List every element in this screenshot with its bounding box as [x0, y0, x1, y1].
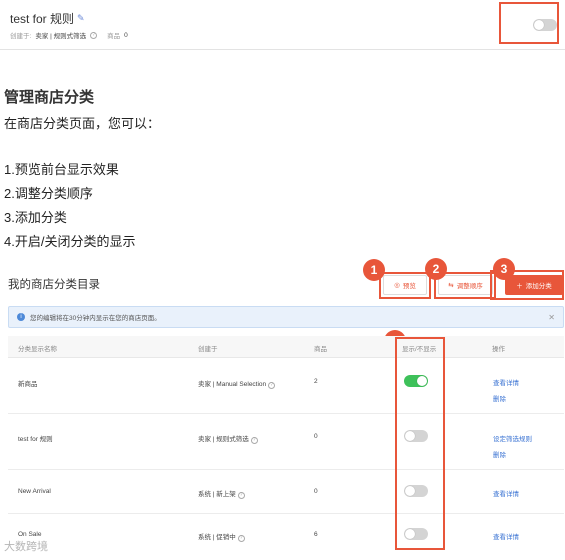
set-filter-rules-link[interactable]: 设定筛选规则	[493, 433, 532, 443]
row-created: 系统 | 新上架 ?	[198, 488, 245, 499]
help-icon[interactable]: ?	[90, 31, 98, 39]
close-icon[interactable]: ✕	[548, 313, 555, 322]
column-header-created: 创建于	[198, 346, 218, 353]
toggle-highlight	[499, 2, 559, 44]
step-badge: 3	[493, 258, 515, 280]
view-details-link[interactable]: 查看详情	[493, 377, 519, 387]
products-value: 0	[124, 31, 128, 39]
category-title-text: test for 规则	[10, 12, 75, 26]
table-row: test for 规则 卖家 | 规则式筛选 ? 0 设定筛选规则 删除	[8, 414, 564, 470]
step-badge: 1	[363, 259, 385, 281]
table-row: New Arrival 系统 | 新上架 ? 0 查看详情	[8, 470, 564, 514]
delete-link[interactable]: 删除	[493, 393, 506, 403]
table-header: 分类显示名称 创建于 商品 显示/不显示 操作	[8, 336, 564, 358]
category-card-title: test for 规则 ✎	[10, 10, 85, 27]
row-products: 2	[314, 378, 318, 385]
article-list-item: 1.预览前台显示效果	[4, 162, 119, 177]
visibility-column-highlight	[395, 337, 445, 550]
article-list: 1.预览前台显示效果 2.调整分类顺序 3.添加分类 4.开启/关闭分类的显示	[4, 161, 135, 257]
column-header-actions: 操作	[492, 346, 505, 353]
help-icon[interactable]: ?	[250, 437, 258, 444]
category-card: test for 规则 ✎ 创建于: 卖家 | 规则式筛选 ? 商品 0	[0, 0, 565, 50]
row-name: New Arrival	[18, 488, 51, 495]
article-list-item: 3.添加分类	[4, 210, 67, 225]
row-products: 0	[314, 488, 318, 495]
category-card-meta: 创建于: 卖家 | 规则式筛选 ? 商品 0	[10, 30, 128, 40]
table-row: On Sale 系统 | 促销中 ? 6 查看详情	[8, 514, 564, 560]
row-name: test for 规则	[18, 436, 53, 443]
preview-highlight	[379, 272, 431, 299]
pencil-icon[interactable]: ✎	[77, 13, 85, 24]
row-products: 6	[314, 531, 318, 538]
created-value: 卖家 | 规则式筛选	[35, 33, 87, 40]
row-created: 系统 | 促销中 ?	[198, 531, 245, 542]
view-details-link[interactable]: 查看详情	[493, 531, 519, 541]
table-row: 新商品 卖家 | Manual Selection ? 2 查看详情 删除	[8, 358, 564, 414]
row-products: 0	[314, 433, 318, 440]
help-icon[interactable]: ?	[237, 492, 245, 499]
article-list-item: 4.开启/关闭分类的显示	[4, 234, 136, 249]
info-icon: i	[17, 313, 25, 321]
visibility-toggle[interactable]	[533, 19, 557, 31]
row-created: 卖家 | Manual Selection ?	[198, 378, 275, 389]
row-name: 新商品	[18, 381, 38, 388]
notice-bar: i 您的编辑将在30分钟内显示在您的商店页面。 ✕	[8, 306, 564, 328]
article-intro: 在商店分类页面，您可以：	[4, 116, 161, 131]
article-list-item: 2.调整分类顺序	[4, 186, 93, 201]
help-icon[interactable]: ?	[237, 535, 245, 542]
row-name: On Sale	[18, 531, 42, 538]
article-heading: 管理商店分类	[4, 89, 95, 106]
help-icon[interactable]: ?	[267, 382, 275, 389]
column-header-name: 分类显示名称	[18, 346, 57, 353]
created-label: 创建于:	[10, 33, 32, 40]
view-details-link[interactable]: 查看详情	[493, 488, 519, 498]
column-header-products: 商品	[314, 346, 327, 353]
step-badge: 2	[425, 258, 447, 280]
row-created: 卖家 | 规则式筛选 ?	[198, 433, 258, 444]
panel-title: 我的商店分类目录	[8, 279, 100, 291]
watermark: 大数跨境	[4, 541, 48, 553]
products-label: 商品	[107, 33, 121, 40]
delete-link[interactable]: 删除	[493, 449, 506, 459]
notice-text: 您的编辑将在30分钟内显示在您的商店页面。	[30, 315, 161, 322]
